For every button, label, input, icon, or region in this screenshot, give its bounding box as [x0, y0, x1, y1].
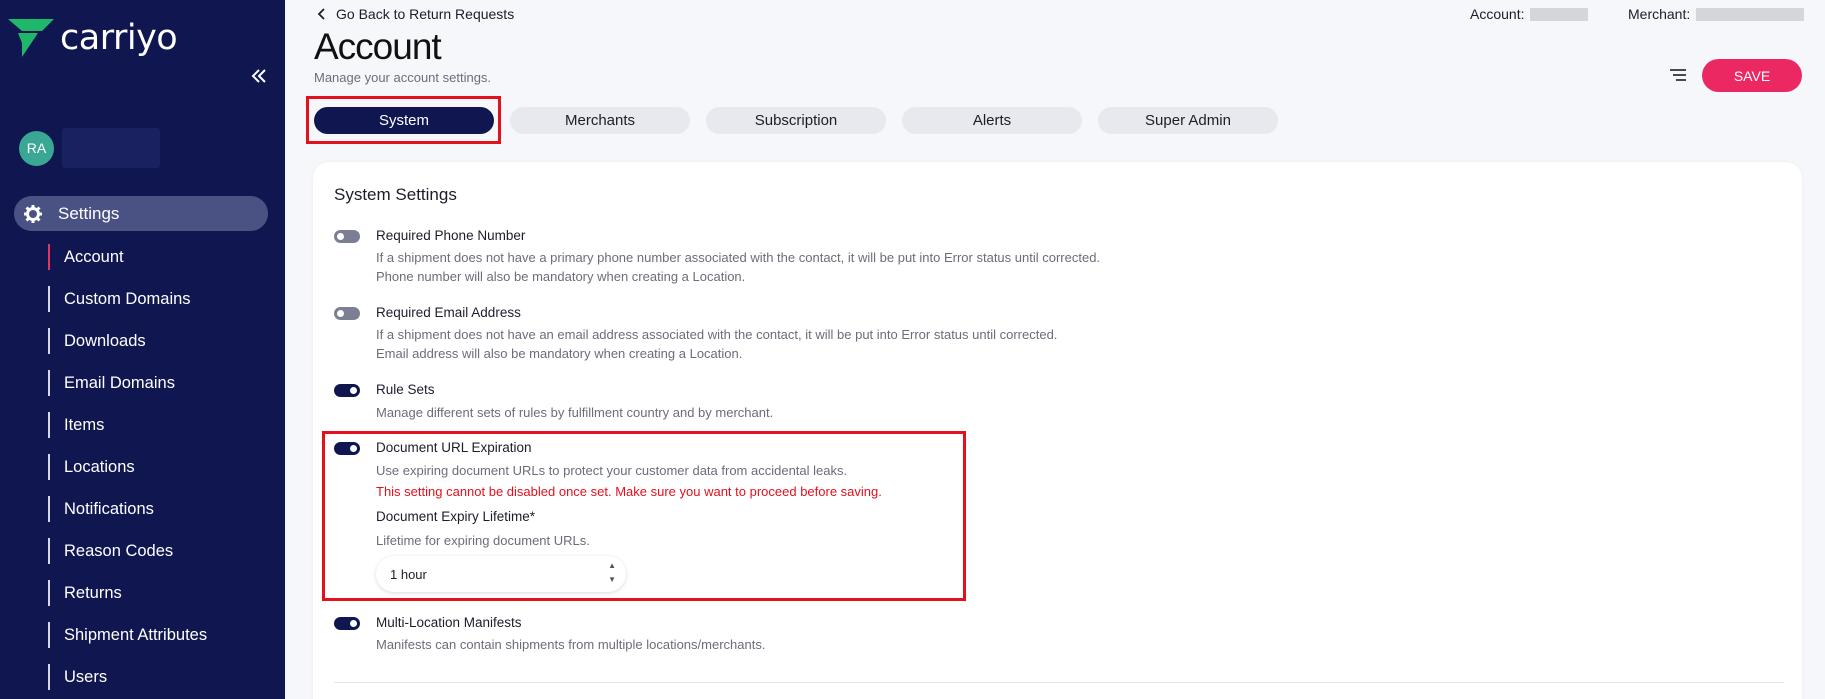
merchant-label: Merchant: — [1628, 6, 1691, 22]
required-email-toggle[interactable] — [334, 307, 360, 320]
gear-icon — [24, 204, 42, 223]
chevron-left-icon — [317, 8, 325, 20]
account-selector[interactable]: Account: — [1470, 6, 1589, 22]
document-url-expiration-desc: Use expiring document URLs to protect yo… — [376, 463, 848, 478]
section-divider — [334, 682, 1784, 683]
tab-subscription[interactable]: Subscription — [706, 107, 886, 134]
sidebar-item-locations[interactable]: Locations — [48, 454, 207, 480]
sidebar-item-shipment-attributes[interactable]: Shipment Attributes — [48, 622, 207, 648]
required-phone-desc-1: If a shipment does not have a primary ph… — [376, 250, 1101, 265]
back-label: Go Back to Return Requests — [336, 6, 515, 22]
filter-icon[interactable] — [1669, 67, 1687, 83]
settings-nav: Account Custom Domains Downloads Email D… — [48, 244, 207, 699]
required-phone-desc-2: Phone number will also be mandatory when… — [376, 269, 746, 284]
page-title: Account — [314, 26, 442, 67]
page-subtitle: Manage your account settings. — [314, 70, 492, 85]
sidebar-item-returns[interactable]: Returns — [48, 580, 207, 606]
tab-alerts[interactable]: Alerts — [902, 107, 1082, 134]
rule-sets-title: Rule Sets — [376, 382, 435, 397]
tab-super-admin[interactable]: Super Admin — [1098, 107, 1278, 134]
user-name-redacted — [62, 128, 160, 168]
carriyo-logo[interactable]: carriyo — [8, 18, 178, 58]
carriyo-logo-icon — [8, 19, 54, 57]
sidebar-item-account[interactable]: Account — [48, 244, 207, 270]
document-url-expiration-title: Document URL Expiration — [376, 440, 532, 455]
user-profile[interactable]: RA — [19, 128, 160, 168]
system-settings-title: System Settings — [334, 185, 457, 204]
back-link[interactable]: Go Back to Return Requests — [316, 6, 514, 22]
sidebar-item-email-domains[interactable]: Email Domains — [48, 370, 207, 396]
document-url-expiration-toggle[interactable] — [334, 442, 360, 455]
required-email-desc-1: If a shipment does not have an email add… — [376, 327, 1058, 342]
sidebar-item-reason-codes[interactable]: Reason Codes — [48, 538, 207, 564]
required-phone-toggle[interactable] — [334, 230, 360, 243]
stepper-arrows: ▲ ▼ — [608, 562, 616, 584]
account-label: Account: — [1470, 6, 1525, 22]
document-url-expiration-warning: This setting cannot be disabled once set… — [376, 484, 882, 499]
multi-location-manifests-desc: Manifests can contain shipments from mul… — [376, 637, 766, 652]
rule-sets-toggle[interactable] — [334, 384, 360, 397]
system-tab-highlight — [306, 96, 501, 144]
sidebar-item-custom-domains[interactable]: Custom Domains — [48, 286, 207, 312]
document-expiry-lifetime-stepper[interactable]: 1 hour ▲ ▼ — [376, 556, 626, 592]
required-email-desc-2: Email address will also be mandatory whe… — [376, 346, 743, 361]
sidebar-item-downloads[interactable]: Downloads — [48, 328, 207, 354]
document-expiry-lifetime-label: Document Expiry Lifetime* — [376, 509, 536, 524]
sidebar-item-notifications[interactable]: Notifications — [48, 496, 207, 522]
save-button[interactable]: SAVE — [1702, 59, 1802, 92]
rule-sets-desc: Manage different sets of rules by fulfil… — [376, 405, 774, 420]
settings-label: Settings — [58, 203, 120, 223]
required-email-title: Required Email Address — [376, 305, 521, 320]
account-value-redacted — [1530, 7, 1589, 21]
multi-location-manifests-toggle[interactable] — [334, 617, 360, 630]
stepper-down-icon[interactable]: ▼ — [608, 576, 616, 584]
sidebar-item-items[interactable]: Items — [48, 412, 207, 438]
document-expiry-lifetime-desc: Lifetime for expiring document URLs. — [376, 533, 590, 548]
multi-location-manifests-title: Multi-Location Manifests — [376, 615, 522, 630]
sidebar-item-settings[interactable]: Settings — [14, 196, 268, 231]
required-phone-title: Required Phone Number — [376, 228, 526, 243]
merchant-selector[interactable]: Merchant: — [1628, 6, 1805, 22]
sidebar: carriyo RA Settings Account Custom Domai… — [0, 0, 285, 699]
sidebar-item-users[interactable]: Users — [48, 664, 207, 690]
brand-name: carriyo — [60, 18, 178, 58]
tab-merchants[interactable]: Merchants — [510, 107, 690, 134]
merchant-value-redacted — [1696, 7, 1805, 21]
avatar: RA — [19, 130, 54, 166]
stepper-up-icon[interactable]: ▲ — [608, 562, 616, 570]
collapse-sidebar-icon[interactable] — [249, 66, 269, 86]
document-expiry-lifetime-value: 1 hour — [390, 566, 427, 582]
